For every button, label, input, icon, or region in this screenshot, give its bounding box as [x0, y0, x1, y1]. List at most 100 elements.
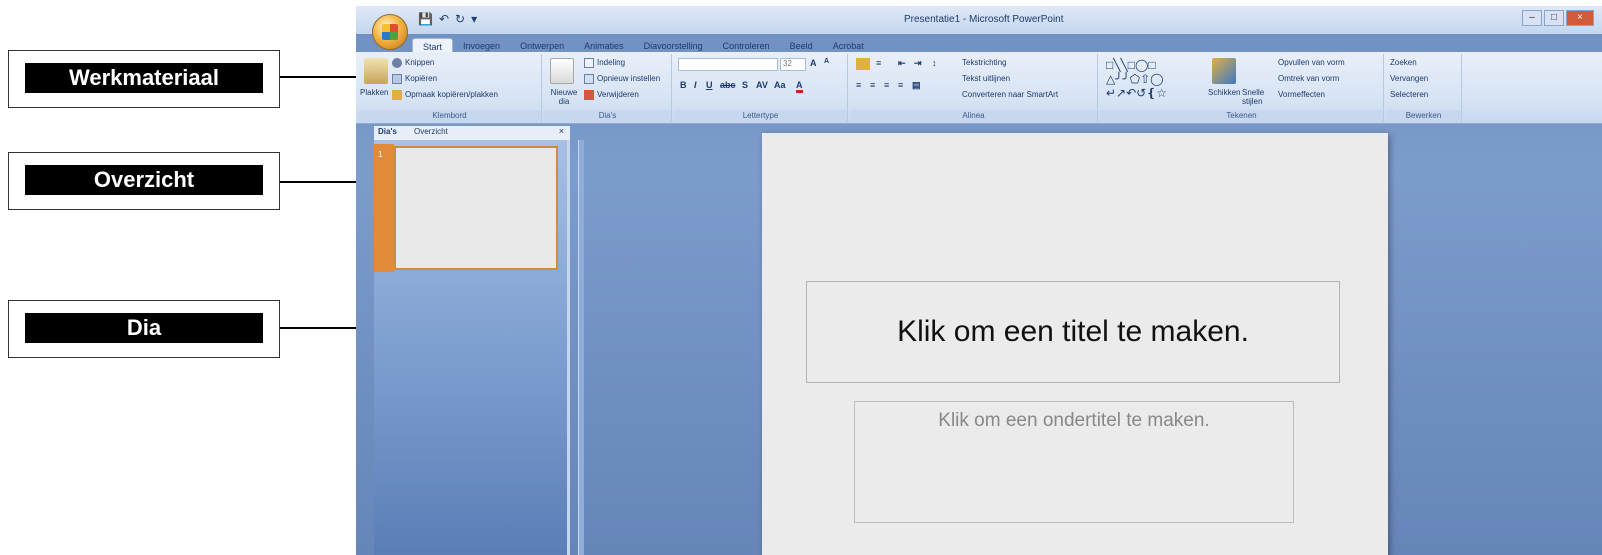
new-slide-button[interactable]: Nieuwe dia — [546, 88, 582, 106]
brush-icon — [392, 90, 402, 100]
select-button[interactable]: Selecteren — [1390, 90, 1428, 99]
convert-smartart-button[interactable]: Converteren naar SmartArt — [962, 90, 1058, 99]
font-color-icon[interactable]: A — [796, 80, 803, 93]
decrease-indent-icon[interactable]: ⇤ — [898, 58, 906, 69]
font-name-combo[interactable] — [678, 58, 778, 71]
slides-pane: 1 — [374, 140, 570, 555]
redo-icon[interactable]: ↻ — [455, 12, 465, 26]
scissors-icon — [392, 58, 402, 68]
new-slide-icon[interactable] — [550, 58, 574, 84]
cut-label: Knippen — [405, 58, 435, 68]
delete-label: Verwijderen — [597, 90, 639, 100]
group-label: Bewerken — [1386, 110, 1461, 122]
paste-icon[interactable] — [364, 58, 388, 84]
undo-icon[interactable]: ↶ — [439, 12, 449, 26]
copy-icon — [392, 74, 402, 84]
group-label: Dia's — [544, 110, 671, 122]
shape-effects-button[interactable]: Vormeffecten — [1278, 90, 1325, 99]
change-case-icon[interactable]: Aa — [774, 80, 786, 90]
tab-outline[interactable]: Overzicht — [414, 127, 448, 136]
align-text-button[interactable]: Tekst uitlijnen — [962, 74, 1010, 83]
bold-icon[interactable]: B — [680, 80, 687, 90]
layout-button[interactable]: Indeling — [584, 58, 625, 68]
align-left-icon[interactable]: ≡ — [856, 80, 861, 90]
quick-styles-button[interactable]: Snelle stijlen — [1242, 88, 1268, 106]
group-label: Tekenen — [1100, 110, 1383, 122]
shrink-font-icon[interactable]: A — [824, 58, 829, 65]
maximize-button[interactable]: □ — [1544, 10, 1564, 26]
numbering-icon[interactable]: ≡ — [876, 58, 881, 68]
delete-icon — [584, 90, 594, 100]
group-paragraph: ≡ ⇤ ⇥ ↕ ≡ ≡ ≡ ≡ ▤ Tekstrichting Tekst ui… — [850, 54, 1098, 122]
reset-icon — [584, 74, 594, 84]
shape-fill-button[interactable]: Opvullen van vorm — [1278, 58, 1345, 67]
powerpoint-window: 💾 ↶ ↻ ▾ Presentatie1 - Microsoft PowerPo… — [356, 6, 1602, 555]
group-font: 32 A A B I U abc S AV Aa A Lettertype — [674, 54, 848, 122]
reset-button[interactable]: Opnieuw instellen — [584, 74, 660, 84]
save-icon[interactable]: 💾 — [418, 12, 433, 26]
increase-indent-icon[interactable]: ⇥ — [914, 58, 922, 69]
text-direction-button[interactable]: Tekstrichting — [962, 58, 1006, 67]
italic-icon[interactable]: I — [694, 80, 697, 90]
office-button[interactable] — [372, 14, 408, 50]
pane-splitter[interactable] — [578, 140, 584, 555]
paste-button[interactable]: Plakken — [360, 88, 388, 97]
format-painter-label: Opmaak kopiëren/plakken — [405, 90, 498, 100]
cut-button[interactable]: Knippen — [392, 58, 434, 68]
window-title: Presentatie1 - Microsoft PowerPoint — [904, 14, 1064, 25]
char-spacing-icon[interactable]: AV — [756, 80, 768, 90]
copy-button[interactable]: Kopiëren — [392, 74, 437, 84]
tab-slides[interactable]: Dia's — [378, 127, 397, 136]
minimize-button[interactable]: – — [1522, 10, 1542, 26]
callout-overzicht: Overzicht — [8, 152, 280, 210]
ribbon: Plakken Knippen Kopiëren Opmaak kopiëren… — [356, 52, 1602, 124]
replace-button[interactable]: Vervangen — [1390, 74, 1428, 83]
grow-font-icon[interactable]: A — [810, 58, 817, 68]
bullets-icon[interactable] — [856, 58, 870, 70]
group-editing: Zoeken Vervangen Selecteren Bewerken — [1386, 54, 1462, 122]
format-painter-button[interactable]: Opmaak kopiëren/plakken — [392, 90, 498, 100]
underline-icon[interactable]: U — [706, 80, 713, 90]
slide-canvas[interactable]: Klik om een titel te maken. Klik om een … — [762, 133, 1388, 555]
office-logo-icon — [382, 24, 398, 40]
callout-arrow — [280, 76, 360, 78]
window-controls: – □ × — [1522, 10, 1594, 26]
find-button[interactable]: Zoeken — [1390, 58, 1417, 67]
group-drawing: □╲╲□◯□ △╯╯⬠⇧◯ ↵↗↶↺❴☆ Schikken Snelle stijl… — [1100, 54, 1384, 122]
shape-outline-button[interactable]: Omtrek van vorm — [1278, 74, 1339, 83]
line-spacing-icon[interactable]: ↕ — [932, 58, 937, 68]
group-label: Alinea — [850, 110, 1097, 122]
customize-qat-icon[interactable]: ▾ — [471, 12, 477, 26]
layout-icon — [584, 58, 594, 68]
group-slides: Nieuwe dia Indeling Opnieuw instellen Ve… — [544, 54, 672, 122]
arrange-button[interactable]: Schikken — [1208, 88, 1240, 97]
callout-dia: Dia — [8, 300, 280, 358]
arrange-icon[interactable] — [1212, 58, 1236, 84]
quick-access-toolbar: 💾 ↶ ↻ ▾ — [414, 12, 477, 26]
callout-label: Overzicht — [25, 165, 263, 195]
justify-icon[interactable]: ≡ — [898, 80, 903, 90]
close-button[interactable]: × — [1566, 10, 1594, 26]
subtitle-placeholder[interactable]: Klik om een ondertitel te maken. — [854, 401, 1294, 523]
callout-werkmateriaal: Werkmateriaal — [8, 50, 280, 108]
group-clipboard: Plakken Knippen Kopiëren Opmaak kopiëren… — [358, 54, 542, 122]
font-size-combo[interactable]: 32 — [780, 58, 806, 71]
title-bar: 💾 ↶ ↻ ▾ Presentatie1 - Microsoft PowerPo… — [356, 6, 1602, 34]
align-center-icon[interactable]: ≡ — [870, 80, 875, 90]
shadow-icon[interactable]: S — [742, 80, 748, 90]
title-placeholder[interactable]: Klik om een titel te maken. — [806, 281, 1340, 383]
callout-label: Werkmateriaal — [25, 63, 263, 93]
columns-icon[interactable]: ▤ — [912, 80, 921, 91]
layout-label: Indeling — [597, 58, 626, 68]
shapes-gallery[interactable]: □╲╲□◯□ △╯╯⬠⇧◯ ↵↗↶↺❴☆ — [1106, 58, 1167, 100]
callout-arrow — [280, 181, 358, 183]
close-pane-icon[interactable]: × — [559, 126, 564, 136]
reset-label: Opnieuw instellen — [597, 74, 661, 84]
delete-slide-button[interactable]: Verwijderen — [584, 90, 639, 100]
group-label: Lettertype — [674, 110, 847, 122]
callout-label: Dia — [25, 313, 263, 343]
align-right-icon[interactable]: ≡ — [884, 80, 889, 90]
strikethrough-icon[interactable]: abc — [720, 80, 736, 90]
slide-thumbnail[interactable] — [394, 146, 558, 270]
thumbnail-selection-bar — [374, 144, 394, 272]
